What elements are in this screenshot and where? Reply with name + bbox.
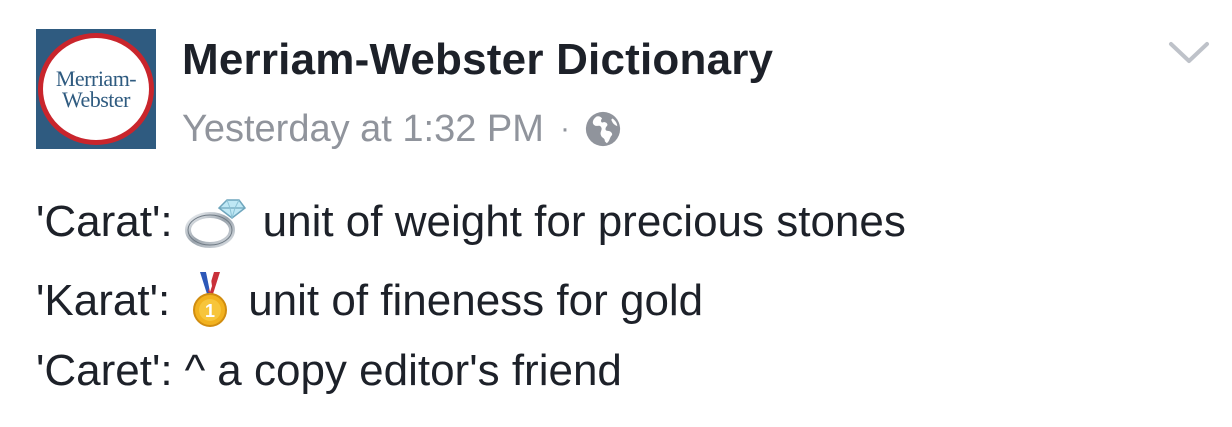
post-line-caret: 'Caret': ^ a copy editor's friend [36, 343, 622, 399]
avatar-logo-text-2: Webster [61, 87, 131, 112]
svg-text:1: 1 [205, 301, 215, 321]
chevron-down-icon[interactable] [1168, 40, 1210, 66]
ring-icon [184, 199, 246, 248]
definition-carat: unit of weight for precious stones [262, 197, 906, 246]
definition-karat: unit of fineness for gold [248, 276, 704, 325]
page-name-link[interactable]: Merriam-Webster Dictionary [182, 33, 773, 87]
medal-icon: 1 [193, 272, 228, 327]
term-caret: 'Caret': [36, 346, 173, 395]
avatar-logo-text-1: Merriam- [55, 66, 137, 91]
meta-separator: · [559, 112, 570, 145]
caret-symbol: ^ [184, 346, 206, 395]
post-line-karat: 'Karat': 1 unit of fineness for gold [36, 272, 704, 329]
avatar-logo-ring: Merriam- Webster [38, 33, 154, 145]
avatar-logo: Merriam- Webster [43, 38, 149, 140]
page-avatar[interactable]: Merriam- Webster [36, 29, 156, 149]
definition-caret: a copy editor's friend [217, 346, 622, 395]
term-karat: 'Karat': [36, 276, 171, 325]
facebook-post: Merriam- Webster Merriam-Webster Diction… [0, 0, 1232, 427]
term-carat: 'Carat': [36, 197, 173, 246]
post-line-carat: 'Carat': unit of weight for precious sto… [36, 194, 906, 250]
globe-icon[interactable] [584, 110, 622, 148]
post-meta: Yesterday at 1:32 PM · [182, 104, 622, 154]
post-timestamp-link[interactable]: Yesterday at 1:32 PM [182, 104, 544, 154]
